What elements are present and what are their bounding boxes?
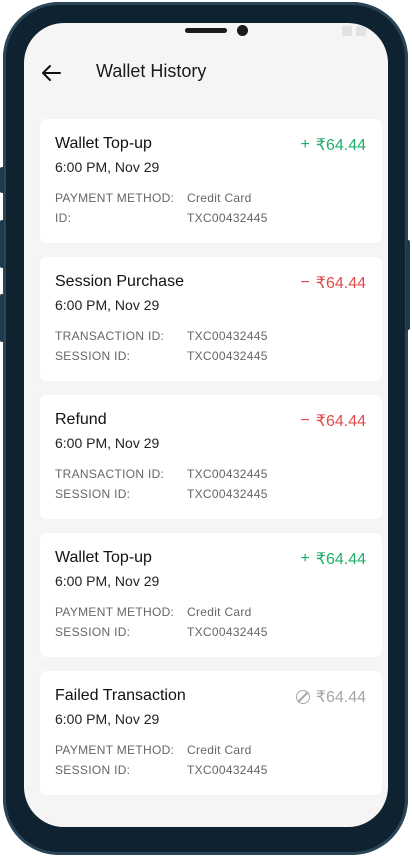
- transaction-amount: − ₹64.44: [300, 273, 366, 293]
- transaction-amount: + ₹64.44: [300, 135, 366, 155]
- volume-up-button: [0, 220, 4, 268]
- detail-label: SESSION ID:: [55, 349, 131, 363]
- transaction-title: Wallet Top-up: [55, 549, 152, 566]
- detail-label: PAYMENT METHOD:: [55, 605, 175, 619]
- transaction-time: 6:00 PM, Nov 29: [55, 573, 160, 589]
- detail-value: Credit Card: [187, 191, 252, 205]
- amount-value: ₹64.44: [315, 551, 366, 568]
- detail-label: SESSION ID:: [55, 625, 131, 639]
- detail-row: SESSION ID: TXC00432445: [55, 349, 268, 363]
- amount-sign: −: [300, 412, 310, 429]
- detail-value: TXC00432445: [187, 467, 268, 481]
- detail-value: TXC00432445: [187, 487, 268, 501]
- detail-label: TRANSACTION ID:: [55, 467, 165, 481]
- speaker: [185, 28, 227, 33]
- volume-down-button: [0, 294, 4, 342]
- detail-value: TXC00432445: [187, 763, 268, 777]
- amount-sign: +: [300, 550, 310, 567]
- detail-row: TRANSACTION ID: TXC00432445: [55, 329, 268, 343]
- detail-row: SESSION ID: TXC00432445: [55, 763, 268, 777]
- detail-value: TXC00432445: [187, 329, 268, 343]
- detail-row: PAYMENT METHOD: Credit Card: [55, 191, 252, 205]
- power-button: [406, 240, 410, 330]
- transaction-amount: + ₹64.44: [300, 549, 366, 569]
- detail-value: Credit Card: [187, 743, 252, 757]
- side-button: [0, 167, 4, 193]
- transaction-time: 6:00 PM, Nov 29: [55, 711, 160, 727]
- back-button[interactable]: [40, 63, 62, 83]
- detail-label: SESSION ID:: [55, 763, 131, 777]
- detail-value: TXC00432445: [187, 211, 268, 225]
- transaction-title: Session Purchase: [55, 273, 184, 290]
- detail-label: PAYMENT METHOD:: [55, 743, 175, 757]
- amount-sign: −: [300, 274, 310, 291]
- transaction-title: Wallet Top-up: [55, 135, 152, 152]
- detail-label: TRANSACTION ID:: [55, 329, 165, 343]
- detail-value: TXC00432445: [187, 625, 268, 639]
- transaction-time: 6:00 PM, Nov 29: [55, 435, 160, 451]
- detail-label: ID:: [55, 211, 72, 225]
- transaction-time: 6:00 PM, Nov 29: [55, 159, 160, 175]
- detail-label: SESSION ID:: [55, 487, 131, 501]
- amount-value: ₹64.44: [315, 413, 366, 430]
- transaction-card[interactable]: Wallet Top-up 6:00 PM, Nov 29 + ₹64.44 PAYME…: [40, 119, 382, 243]
- transaction-title: Refund: [55, 411, 107, 428]
- detail-value: Credit Card: [187, 605, 252, 619]
- transaction-card[interactable]: Session Purchase 6:00 PM, Nov 29 − ₹64.44 TR…: [40, 257, 382, 381]
- tag-icon: [356, 26, 366, 36]
- detail-label: PAYMENT METHOD:: [55, 191, 175, 205]
- detail-row: PAYMENT METHOD: Credit Card: [55, 743, 252, 757]
- transaction-card[interactable]: Refund 6:00 PM, Nov 29 − ₹64.44 TRANSACTION …: [40, 395, 382, 519]
- transaction-list: Wallet Top-up 6:00 PM, Nov 29 + ₹64.44 PAYME…: [40, 119, 382, 809]
- app-header: Wallet History: [24, 53, 388, 93]
- front-camera: [237, 25, 248, 36]
- detail-row: TRANSACTION ID: TXC00432445: [55, 467, 268, 481]
- copy-icon: [342, 26, 352, 36]
- detail-value: TXC00432445: [187, 349, 268, 363]
- detail-row: PAYMENT METHOD: Credit Card: [55, 605, 252, 619]
- transaction-title: Failed Transaction: [55, 687, 186, 704]
- amount-value: ₹64.44: [315, 689, 366, 706]
- detail-row: SESSION ID: TXC00432445: [55, 625, 268, 639]
- detail-row: ID: TXC00432445: [55, 211, 268, 225]
- arrow-left-icon: [42, 65, 61, 81]
- amount-sign: +: [300, 136, 310, 153]
- app-screen: Wallet History Wallet Top-up 6:00 PM, Nov…: [24, 23, 388, 827]
- amount-value: ₹64.44: [315, 275, 366, 292]
- page-title: Wallet History: [96, 61, 207, 81]
- blocked-icon: [295, 690, 310, 704]
- transaction-card[interactable]: Failed Transaction 6:00 PM, Nov 29 ₹64.44 P…: [40, 671, 382, 795]
- transaction-amount: ₹64.44: [295, 687, 366, 707]
- transaction-amount: − ₹64.44: [300, 411, 366, 431]
- amount-value: ₹64.44: [315, 137, 366, 154]
- transaction-card[interactable]: Wallet Top-up 6:00 PM, Nov 29 + ₹64.44 PAYME…: [40, 533, 382, 657]
- status-icons: [342, 26, 366, 36]
- transaction-time: 6:00 PM, Nov 29: [55, 297, 160, 313]
- detail-row: SESSION ID: TXC00432445: [55, 487, 268, 501]
